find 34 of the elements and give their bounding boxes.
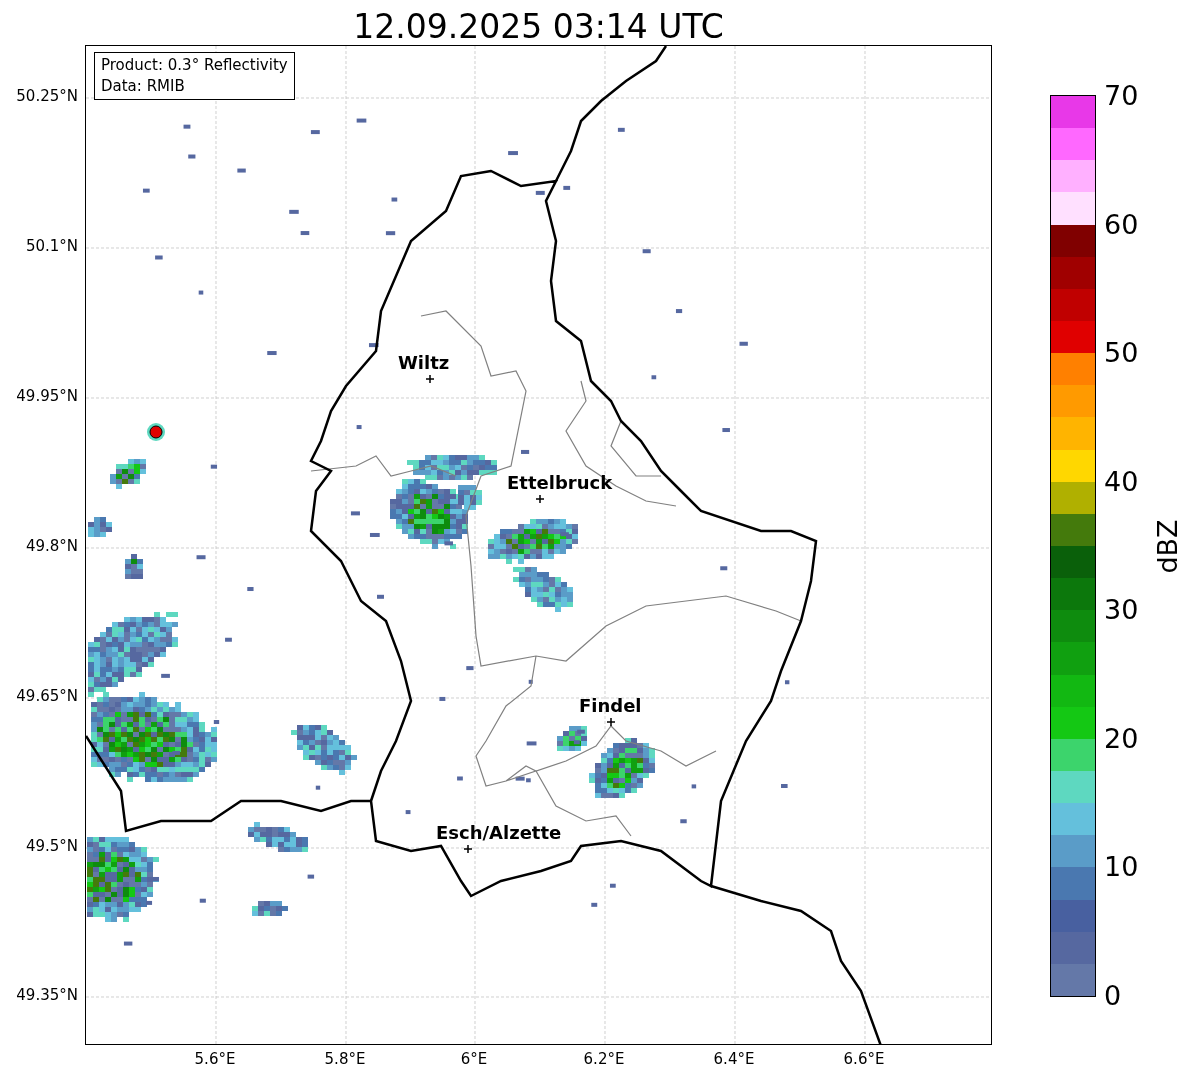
longitude-label: 5.6°E xyxy=(194,1052,236,1067)
radar-site-marker-icon xyxy=(147,423,165,441)
city-marker-icon xyxy=(425,374,435,384)
city-marker-icon xyxy=(463,844,473,854)
latitude-label: 49.8°N xyxy=(25,539,78,554)
longitude-label: 5.8°E xyxy=(324,1052,366,1067)
place-label: Ettelbruck xyxy=(507,472,613,493)
scale-tick-label: 20 xyxy=(1104,724,1139,752)
scale-tick-label: 60 xyxy=(1104,210,1139,238)
latitude-label: 50.25°N xyxy=(16,89,78,104)
longitude-label: 6.2°E xyxy=(583,1052,625,1067)
scale-tick-label: 0 xyxy=(1104,982,1122,1009)
latitude-label: 49.65°N xyxy=(16,689,78,704)
latitude-label: 49.5°N xyxy=(25,839,78,854)
scale-tick-label: 10 xyxy=(1104,853,1139,881)
scale-tick-label: 50 xyxy=(1104,339,1139,367)
scale-tick-label: 30 xyxy=(1104,596,1139,624)
scale-tick-label: 40 xyxy=(1104,467,1139,495)
city-marker-icon xyxy=(535,494,545,504)
info-text: Data: RMIB xyxy=(101,76,186,97)
scale-tick-label: 70 xyxy=(1104,82,1139,109)
latitude-label: 49.35°N xyxy=(16,988,78,1003)
latitude-label: 50.1°N xyxy=(25,239,78,254)
city-marker-icon xyxy=(606,717,616,727)
longitude-label: 6.6°E xyxy=(843,1052,885,1067)
place-label: Wiltz xyxy=(398,352,450,373)
longitude-label: 6.4°E xyxy=(713,1052,755,1067)
place-label: Findel xyxy=(579,695,642,716)
scale-unit-label: dBZ xyxy=(1153,518,1181,574)
place-label: Esch/Alzette xyxy=(436,822,562,843)
chart-title: 12.09.2025 03:14 UTC xyxy=(353,10,724,45)
info-text: Product: 0.3° Reflectivity xyxy=(101,55,288,76)
longitude-label: 6°E xyxy=(460,1052,488,1067)
latitude-label: 49.95°N xyxy=(16,389,78,404)
